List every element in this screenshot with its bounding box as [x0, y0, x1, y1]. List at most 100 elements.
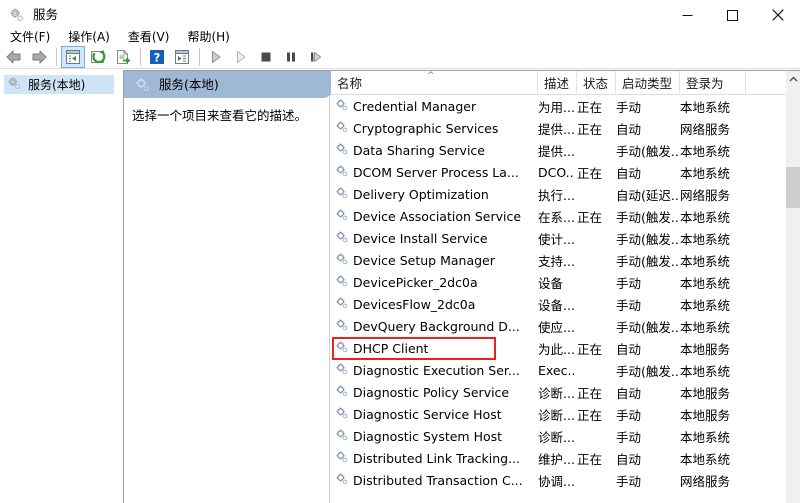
toolbar-separator [140, 48, 141, 66]
service-name-label: Delivery Optimization [353, 187, 489, 202]
cell-service-logon-as: 本地系统 [680, 227, 754, 249]
column-header-description[interactable]: 描述 [538, 71, 577, 94]
service-name-label: Distributed Transaction C... [353, 473, 523, 488]
service-name-label: Data Sharing Service [353, 143, 485, 158]
start-service-button[interactable] [204, 46, 228, 68]
table-row[interactable]: Device Association Service在系...正在手动(触发..… [331, 205, 800, 227]
table-row[interactable]: Distributed Link Tracking...维护...正在自动本地系… [331, 447, 800, 469]
svg-text:?: ? [154, 50, 161, 64]
cell-service-startup-type: 手动 [616, 469, 678, 491]
cell-service-name: Diagnostic Service Host [335, 403, 535, 425]
service-name-label: DevQuery Background D... [353, 319, 520, 334]
services-gear-icon [335, 274, 349, 291]
table-row[interactable]: Device Setup Manager支持...手动(触发...本地系统 [331, 249, 800, 271]
table-row[interactable]: Credential Manager为用...正在手动本地系统 [331, 95, 800, 117]
table-row[interactable]: DevQuery Background D...使应...手动(触发...本地系… [331, 315, 800, 337]
cell-service-logon-as: 网络服务 [680, 469, 754, 491]
cell-service-status: 正在 [577, 447, 615, 469]
cell-service-name: DevQuery Background D... [335, 315, 535, 337]
show-tree-button[interactable] [61, 46, 85, 68]
table-row[interactable]: Diagnostic Policy Service诊断...正在自动本地服务 [331, 381, 800, 403]
service-name-label: Device Association Service [353, 209, 521, 224]
services-list-view: 名称 ^ 描述 状态 启动类型 登录为 Credential Manager为用… [331, 71, 800, 503]
close-button[interactable] [755, 0, 800, 30]
column-header-status[interactable]: 状态 [577, 71, 616, 94]
menu-action[interactable]: 操作(A) [60, 30, 118, 44]
table-row[interactable]: Distributed Transaction C... 协调... 手动网络服务 [331, 469, 800, 491]
description-panel-header: 服务(本地) [124, 71, 334, 98]
scroll-up-arrow-icon[interactable] [786, 71, 800, 88]
forward-button[interactable] [27, 46, 51, 68]
cell-service-status: 正在 [577, 95, 615, 117]
cell-service-startup-type: 手动(触发... [616, 139, 678, 161]
window-controls [665, 0, 800, 30]
refresh-button[interactable] [86, 46, 110, 68]
cell-service-name: DevicePicker_2dc0a [335, 271, 535, 293]
services-gear-icon [335, 296, 349, 313]
cell-service-status [577, 249, 615, 271]
restart-service-button[interactable] [304, 46, 328, 68]
scrollbar-thumb[interactable] [786, 167, 800, 208]
cell-service-status [577, 183, 615, 205]
table-row[interactable]: DHCP Client为此...正在自动本地服务 [331, 337, 800, 359]
menu-help[interactable]: 帮助(H) [179, 30, 237, 44]
minimize-button[interactable] [665, 0, 710, 30]
back-button[interactable] [2, 46, 26, 68]
cell-service-status: 正在 [577, 403, 615, 425]
services-gear-icon [335, 230, 349, 247]
services-gear-icon [9, 7, 25, 23]
table-row[interactable]: Delivery Optimization执行...自动(延迟...网络服务 [331, 183, 800, 205]
services-gear-icon [335, 428, 349, 445]
cell-service-name: DevicesFlow_2dc0a [335, 293, 535, 315]
cell-service-description: 协调... [538, 469, 574, 491]
cell-service-startup-type: 手动(触发... [616, 227, 678, 249]
pause-service-button[interactable] [279, 46, 303, 68]
menu-bar: 文件(F) 操作(A) 查看(V) 帮助(H) [0, 30, 800, 44]
table-row[interactable]: DevicesFlow_2dc0a设备...手动本地系统 [331, 293, 800, 315]
cell-service-description: Exec... [538, 359, 574, 381]
service-name-label: Cryptographic Services [353, 121, 498, 136]
cell-service-name: Device Setup Manager [335, 249, 535, 271]
services-gear-icon [335, 472, 349, 489]
column-header-name[interactable]: 名称 ^ [331, 71, 538, 94]
table-row[interactable]: Device Install Service使计...手动(触发...本地系统 [331, 227, 800, 249]
cell-service-startup-type: 自动 [616, 381, 678, 403]
resume-service-button[interactable] [229, 46, 253, 68]
cell-service-description: 为此... [538, 337, 574, 359]
properties-button[interactable] [170, 46, 194, 68]
column-header-log-on-as[interactable]: 登录为 [680, 71, 746, 94]
cell-service-logon-as: 网络服务 [680, 183, 754, 205]
table-row[interactable]: DCOM Server Process La...DCO...正在自动本地系统 [331, 161, 800, 183]
services-gear-icon [7, 76, 22, 94]
table-row[interactable]: Cryptographic Services提供...正在自动网络服务 [331, 117, 800, 139]
cell-service-startup-type: 手动 [616, 293, 678, 315]
table-row[interactable]: DevicePicker_2dc0a设备手动本地系统 [331, 271, 800, 293]
service-name-label: Diagnostic Execution Ser... [353, 363, 520, 378]
cell-service-description: 在系... [538, 205, 574, 227]
cell-service-startup-type: 手动 [616, 95, 678, 117]
cell-service-logon-as: 本地系统 [680, 293, 754, 315]
cell-service-logon-as: 本地服务 [680, 403, 754, 425]
services-rows: Credential Manager为用...正在手动本地系统Cryptogra… [331, 95, 800, 503]
column-header-startup-type[interactable]: 启动类型 [616, 71, 680, 94]
sidebar-item-services-local[interactable]: 服务(本地) [4, 75, 114, 94]
sort-ascending-icon: ^ [427, 72, 435, 81]
cell-service-name: Diagnostic Execution Ser... [335, 359, 535, 381]
list-vertical-scrollbar[interactable] [786, 71, 800, 503]
table-row[interactable]: Diagnostic System Host诊断...手动本地系统 [331, 425, 800, 447]
services-gear-icon [335, 450, 349, 467]
cell-service-startup-type: 自动(延迟... [616, 183, 678, 205]
help-button[interactable]: ? [145, 46, 169, 68]
export-list-button[interactable] [111, 46, 135, 68]
table-row[interactable]: Diagnostic Service Host诊断...正在手动本地服务 [331, 403, 800, 425]
maximize-button[interactable] [710, 0, 755, 30]
column-header-filler [746, 71, 786, 94]
cell-service-status: 正在 [577, 161, 615, 183]
menu-file[interactable]: 文件(F) [2, 30, 58, 44]
cell-service-status: 正在 [577, 205, 615, 227]
services-gear-icon [335, 362, 349, 379]
stop-service-button[interactable] [254, 46, 278, 68]
table-row[interactable]: Diagnostic Execution Ser...Exec...手动(触发.… [331, 359, 800, 381]
table-row[interactable]: Data Sharing Service提供...手动(触发...本地系统 [331, 139, 800, 161]
menu-view[interactable]: 查看(V) [120, 30, 178, 44]
